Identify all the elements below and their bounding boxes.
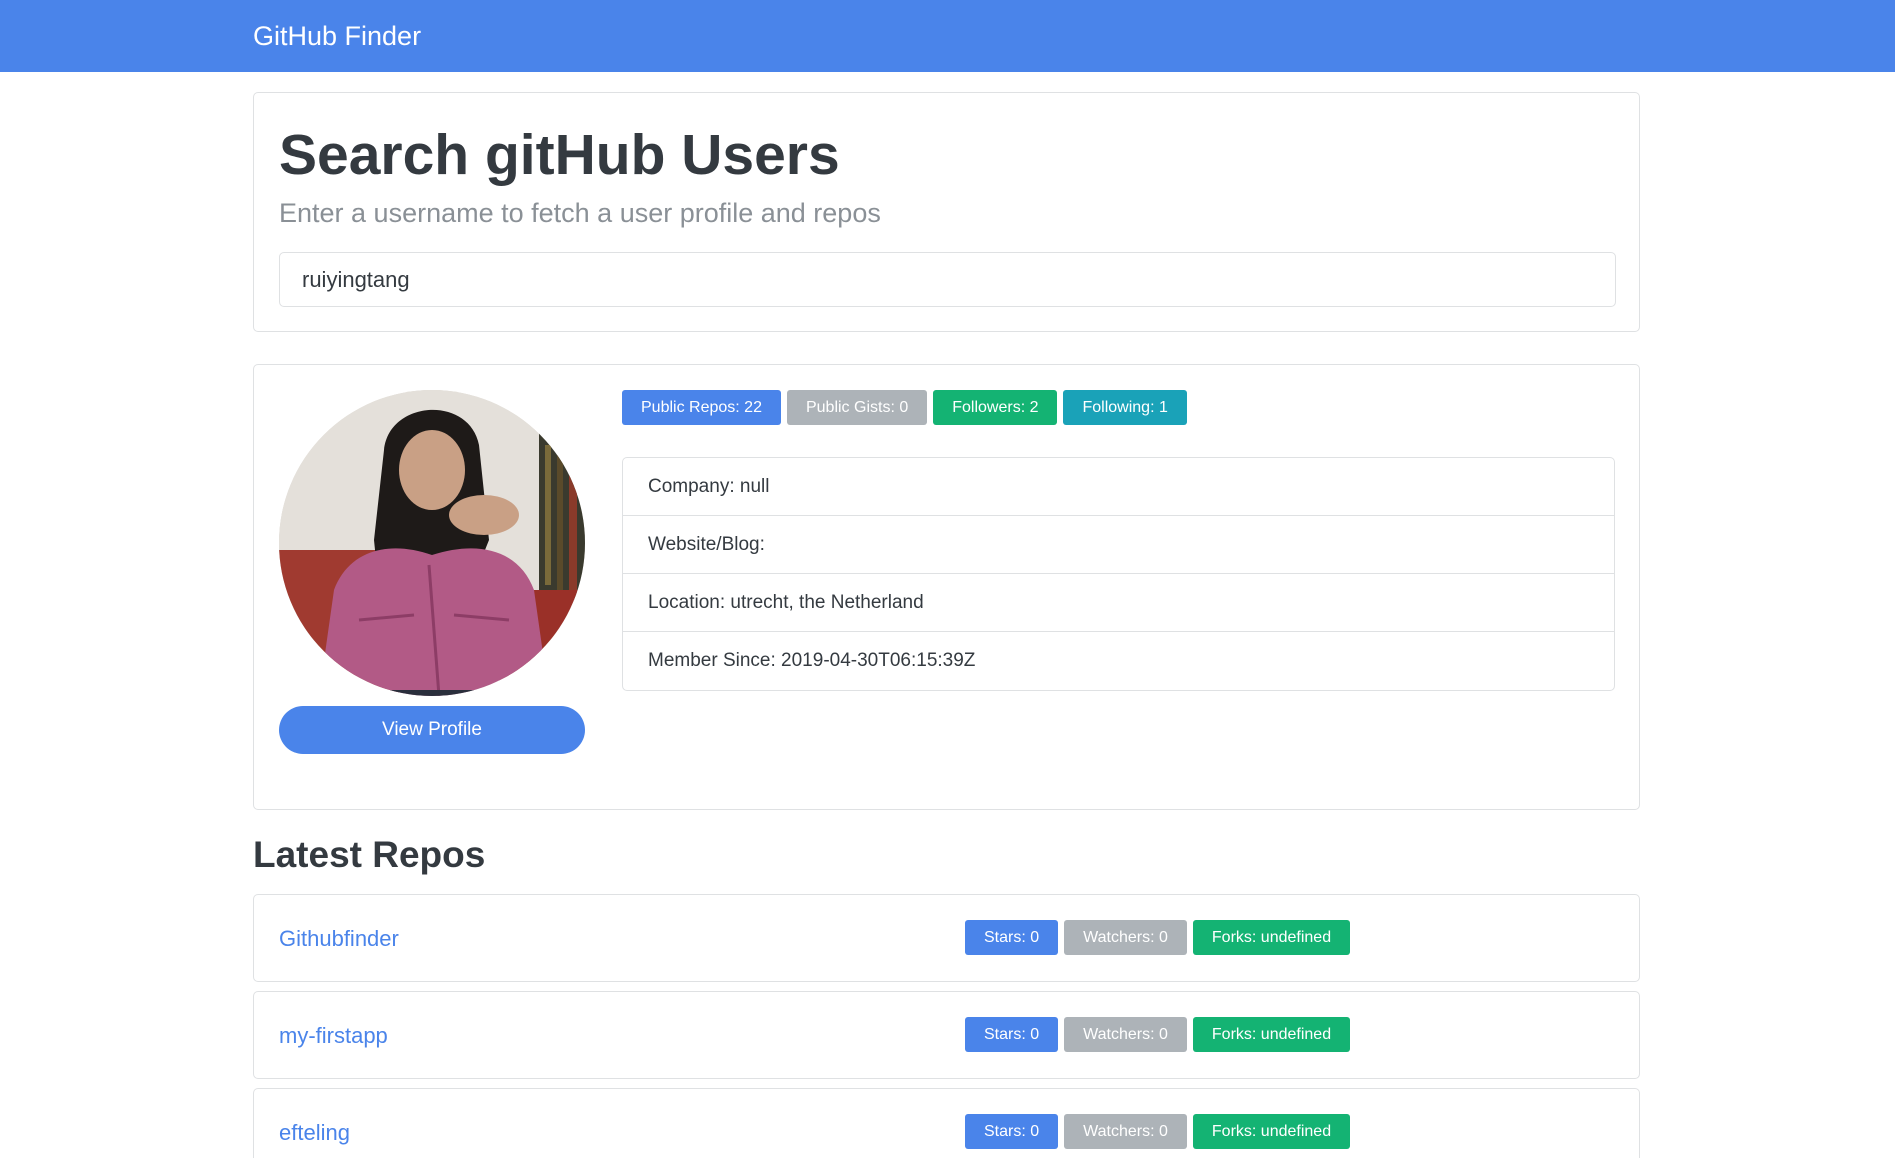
latest-repos-heading: Latest Repos: [253, 834, 486, 875]
user-profile-card: View Profile Public Repos: 22 Public Gis…: [253, 364, 1640, 810]
search-card: Search gitHub Users Enter a username to …: [253, 92, 1640, 332]
following-badge: Following: 1: [1063, 390, 1187, 425]
public-gists-badge: Public Gists: 0: [786, 390, 928, 425]
stars-badge: Stars: 0: [965, 1114, 1059, 1149]
forks-badge: Forks: undefined: [1192, 920, 1351, 955]
repo-badges: Stars: 0 Watchers: 0 Forks: undefined: [965, 920, 1351, 955]
navbar: GitHub Finder: [0, 0, 1895, 72]
navbar-brand[interactable]: GitHub Finder: [253, 20, 421, 52]
member-since-item: Member Since: 2019-04-30T06:15:39Z: [648, 650, 976, 671]
stars-badge: Stars: 0: [965, 1017, 1059, 1052]
repo-link[interactable]: Githubfinder: [279, 926, 399, 952]
repo-card: my-firstapp Stars: 0 Watchers: 0 Forks: …: [253, 991, 1640, 1079]
view-profile-button[interactable]: View Profile: [279, 706, 585, 754]
website-item: Website/Blog:: [623, 516, 1614, 574]
watchers-badge: Watchers: 0: [1064, 1017, 1187, 1052]
repo-link[interactable]: efteling: [279, 1120, 350, 1146]
company-item: Company: null: [623, 458, 1614, 516]
watchers-badge: Watchers: 0: [1064, 1114, 1187, 1149]
repo-card: efteling Stars: 0 Watchers: 0 Forks: und…: [253, 1088, 1640, 1158]
public-repos-badge: Public Repos: 22: [622, 390, 781, 425]
search-subtitle: Enter a username to fetch a user profile…: [279, 198, 881, 228]
forks-badge: Forks: undefined: [1192, 1017, 1351, 1052]
repo-badges: Stars: 0 Watchers: 0 Forks: undefined: [965, 1017, 1351, 1052]
user-info-list: Company: null Website/Blog: Location: ut…: [622, 457, 1615, 691]
repo-card: Githubfinder Stars: 0 Watchers: 0 Forks:…: [253, 894, 1640, 982]
repo-link[interactable]: my-firstapp: [279, 1023, 388, 1049]
avatar-photo: [279, 390, 585, 696]
avatar: [279, 390, 585, 696]
watchers-badge: Watchers: 0: [1064, 920, 1187, 955]
followers-badge: Followers: 2: [933, 390, 1058, 425]
forks-badge: Forks: undefined: [1192, 1114, 1351, 1149]
page-title: Search gitHub Users: [279, 123, 840, 187]
location-item: Location: utrecht, the Netherland: [623, 574, 1614, 632]
repo-badges: Stars: 0 Watchers: 0 Forks: undefined: [965, 1114, 1351, 1149]
search-input[interactable]: [279, 252, 1616, 307]
user-stats-badges: Public Repos: 22 Public Gists: 0 Followe…: [622, 390, 1187, 425]
stars-badge: Stars: 0: [965, 920, 1059, 955]
